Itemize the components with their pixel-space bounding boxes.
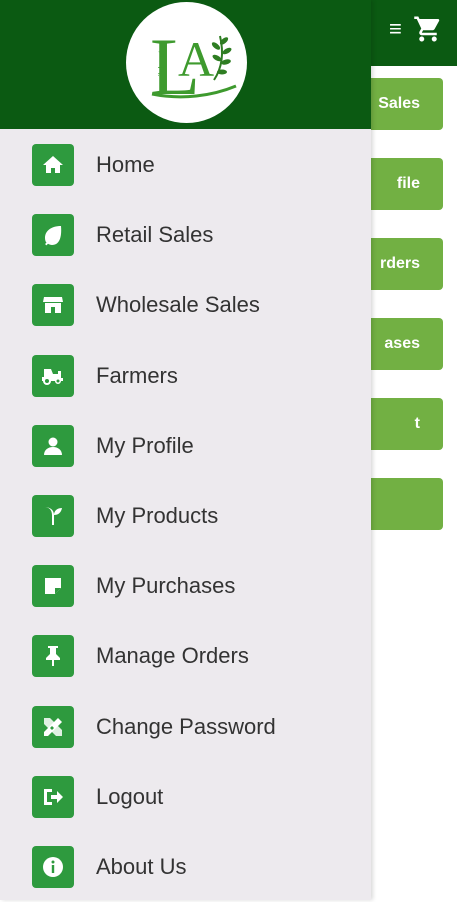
menu-label: My Products [96, 503, 219, 529]
menu-label: Farmers [96, 362, 178, 388]
agrilab-logo: L A agrilab.net [126, 2, 247, 123]
menu-item-farmers[interactable]: Farmers [0, 341, 371, 411]
menu-item-home[interactable]: Home [0, 130, 371, 200]
menu-item-my-purchases[interactable]: My Purchases [0, 551, 371, 621]
leaf-icon [32, 214, 74, 257]
menu-item-change-password[interactable]: Change Password [0, 692, 371, 762]
menu-item-retail-sales[interactable]: Retail Sales [0, 200, 371, 270]
menu-label: Home [96, 152, 155, 178]
note-icon [32, 565, 74, 608]
menu-item-about-us[interactable]: About Us [0, 832, 371, 902]
menu-label: Retail Sales [96, 222, 214, 248]
menu-item-my-products[interactable]: My Products [0, 481, 371, 551]
tractor-icon [32, 354, 74, 397]
menu-label: My Profile [96, 432, 194, 458]
menu-label: Logout [96, 783, 164, 809]
menu-label: Manage Orders [96, 643, 249, 669]
partial-header-icon[interactable]: ≡ [389, 18, 403, 40]
header-icons: ≡ [389, 14, 443, 44]
menu-label: About Us [96, 853, 187, 879]
menu-label: Change Password [96, 713, 276, 739]
shopping-cart-icon[interactable] [413, 14, 443, 44]
pin-icon [32, 635, 74, 678]
menu-item-logout[interactable]: Logout [0, 762, 371, 832]
menu-label: Wholesale Sales [96, 292, 260, 318]
seedling-icon [32, 495, 74, 538]
pencil-ruler-icon [32, 705, 74, 748]
user-icon [32, 424, 74, 467]
home-icon [32, 144, 74, 187]
svg-text:A: A [178, 31, 214, 87]
drawer-menu: Home Retail Sales Wholesale Sales Farmer… [0, 130, 371, 902]
menu-item-manage-orders[interactable]: Manage Orders [0, 621, 371, 691]
store-icon [32, 284, 74, 327]
logout-icon [32, 775, 74, 818]
navigation-drawer: L A agrilab.net Home Retail Sales Wholes… [0, 0, 371, 900]
menu-label: My Purchases [96, 573, 236, 599]
svg-text:agrilab.net: agrilab.net [157, 49, 166, 87]
menu-item-wholesale-sales[interactable]: Wholesale Sales [0, 270, 371, 340]
info-icon [32, 845, 74, 888]
drawer-header: L A agrilab.net [0, 0, 371, 129]
menu-item-my-profile[interactable]: My Profile [0, 411, 371, 481]
